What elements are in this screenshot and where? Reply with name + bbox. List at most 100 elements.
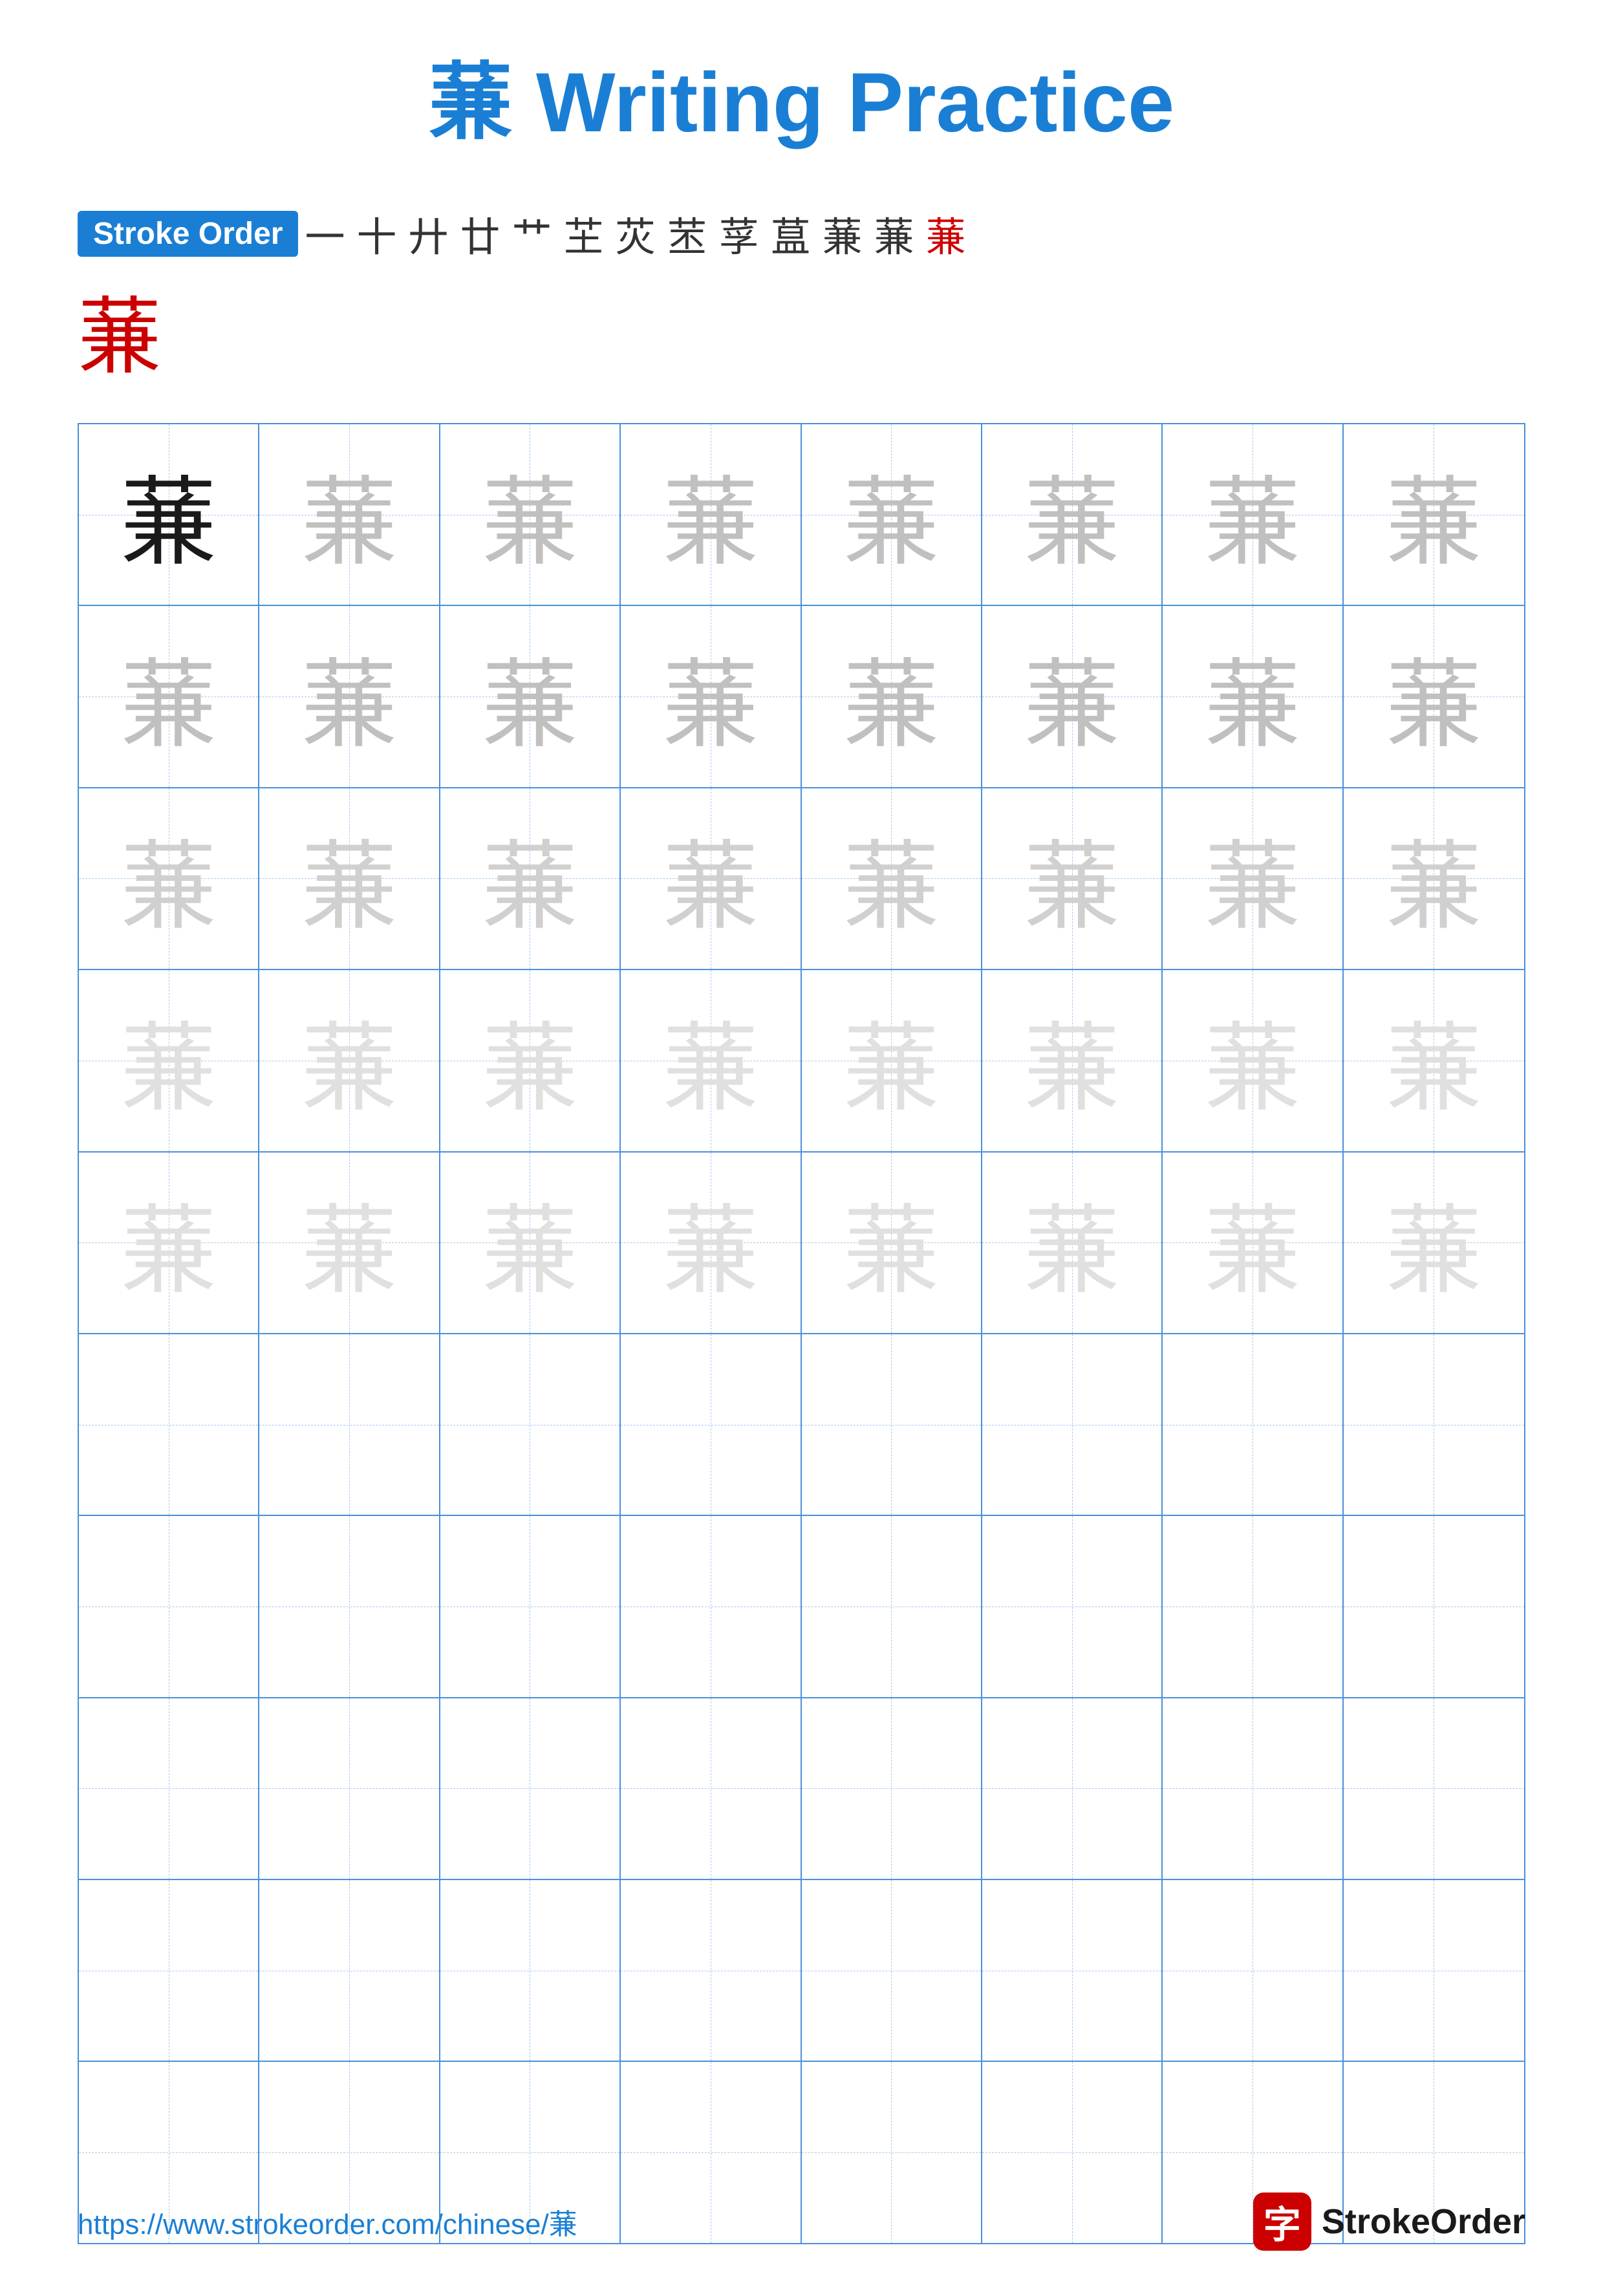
grid-cell-3-0[interactable]: 蒹: [79, 970, 259, 1151]
cell-char-8-2: 蒹: [481, 1900, 578, 2041]
grid-cell-7-1[interactable]: 蒹: [259, 1698, 440, 1879]
cell-char-3-7: 蒹: [1385, 990, 1482, 1131]
grid-cell-2-2[interactable]: 蒹: [440, 788, 621, 969]
grid-cell-0-5[interactable]: 蒹: [982, 424, 1163, 605]
cell-char-4-5: 蒹: [1024, 1173, 1121, 1313]
grid-cell-3-3[interactable]: 蒹: [621, 970, 801, 1151]
cell-char-0-0: 蒹: [120, 444, 217, 585]
grid-cell-8-4[interactable]: 蒹: [802, 1880, 982, 2061]
grid-cell-5-1[interactable]: 蒹: [259, 1334, 440, 1515]
cell-char-0-6: 蒹: [1204, 444, 1301, 585]
grid-cell-2-4[interactable]: 蒹: [802, 788, 982, 969]
grid-cell-2-0[interactable]: 蒹: [79, 788, 259, 969]
grid-row-7: 蒹蒹蒹蒹蒹蒹蒹蒹: [79, 1698, 1524, 1880]
grid-cell-4-1[interactable]: 蒹: [259, 1153, 440, 1333]
grid-cell-5-5[interactable]: 蒹: [982, 1334, 1163, 1515]
grid-cell-7-2[interactable]: 蒹: [440, 1698, 621, 1879]
grid-cell-6-3[interactable]: 蒹: [621, 1516, 801, 1696]
cell-char-3-0: 蒹: [120, 990, 217, 1131]
grid-cell-4-3[interactable]: 蒹: [621, 1153, 801, 1333]
grid-cell-2-7[interactable]: 蒹: [1344, 788, 1524, 969]
stroke-step-6: 苂: [616, 204, 656, 263]
grid-cell-5-7[interactable]: 蒹: [1344, 1334, 1524, 1515]
grid-cell-6-1[interactable]: 蒹: [259, 1516, 440, 1696]
grid-cell-5-0[interactable]: 蒹: [79, 1334, 259, 1515]
grid-cell-1-7[interactable]: 蒹: [1344, 606, 1524, 786]
cell-char-5-5: 蒹: [1024, 1354, 1121, 1495]
grid-cell-0-0[interactable]: 蒹: [79, 424, 259, 605]
cell-char-6-7: 蒹: [1385, 1536, 1482, 1676]
grid-cell-1-2[interactable]: 蒹: [440, 606, 621, 786]
grid-cell-0-6[interactable]: 蒹: [1163, 424, 1343, 605]
cell-char-9-0: 蒹: [120, 2083, 217, 2223]
grid-cell-6-2[interactable]: 蒹: [440, 1516, 621, 1696]
cell-char-0-3: 蒹: [662, 444, 759, 585]
stroke-step-12: 蒹: [926, 204, 966, 263]
cell-char-1-1: 蒹: [301, 627, 398, 767]
cell-char-6-6: 蒹: [1204, 1536, 1301, 1676]
grid-cell-7-3[interactable]: 蒹: [621, 1698, 801, 1879]
grid-cell-2-1[interactable]: 蒹: [259, 788, 440, 969]
grid-cell-4-6[interactable]: 蒹: [1163, 1153, 1343, 1333]
grid-cell-6-0[interactable]: 蒹: [79, 1516, 259, 1696]
stroke-order-badge: Stroke Order: [78, 211, 298, 257]
grid-cell-0-1[interactable]: 蒹: [259, 424, 440, 605]
grid-cell-8-2[interactable]: 蒹: [440, 1880, 621, 2061]
cell-char-3-1: 蒹: [301, 990, 398, 1131]
grid-cell-1-0[interactable]: 蒹: [79, 606, 259, 786]
grid-cell-2-3[interactable]: 蒹: [621, 788, 801, 969]
grid-cell-8-1[interactable]: 蒹: [259, 1880, 440, 2061]
cell-char-4-4: 蒹: [843, 1173, 940, 1313]
cell-char-9-2: 蒹: [481, 2083, 578, 2223]
cell-char-7-6: 蒹: [1204, 1718, 1301, 1859]
cell-char-2-6: 蒹: [1204, 808, 1301, 949]
cell-char-1-4: 蒹: [843, 627, 940, 767]
grid-cell-8-5[interactable]: 蒹: [982, 1880, 1163, 2061]
cell-char-3-3: 蒹: [662, 990, 759, 1131]
grid-cell-4-4[interactable]: 蒹: [802, 1153, 982, 1333]
grid-cell-2-5[interactable]: 蒹: [982, 788, 1163, 969]
grid-cell-1-3[interactable]: 蒹: [621, 606, 801, 786]
grid-cell-7-0[interactable]: 蒹: [79, 1698, 259, 1879]
grid-cell-0-3[interactable]: 蒹: [621, 424, 801, 605]
grid-cell-3-2[interactable]: 蒹: [440, 970, 621, 1151]
grid-cell-6-6[interactable]: 蒹: [1163, 1516, 1343, 1696]
grid-cell-1-4[interactable]: 蒹: [802, 606, 982, 786]
grid-cell-1-6[interactable]: 蒹: [1163, 606, 1343, 786]
grid-cell-8-3[interactable]: 蒹: [621, 1880, 801, 2061]
grid-cell-6-5[interactable]: 蒹: [982, 1516, 1163, 1696]
grid-cell-7-5[interactable]: 蒹: [982, 1698, 1163, 1879]
grid-cell-8-6[interactable]: 蒹: [1163, 1880, 1343, 2061]
grid-cell-4-5[interactable]: 蒹: [982, 1153, 1163, 1333]
cell-char-9-3: 蒹: [662, 2083, 759, 2223]
grid-cell-5-6[interactable]: 蒹: [1163, 1334, 1343, 1515]
grid-cell-3-6[interactable]: 蒹: [1163, 970, 1343, 1151]
grid-cell-0-7[interactable]: 蒹: [1344, 424, 1524, 605]
grid-cell-5-2[interactable]: 蒹: [440, 1334, 621, 1515]
grid-cell-2-6[interactable]: 蒹: [1163, 788, 1343, 969]
grid-cell-5-4[interactable]: 蒹: [802, 1334, 982, 1515]
grid-cell-8-0[interactable]: 蒹: [79, 1880, 259, 2061]
grid-cell-7-6[interactable]: 蒹: [1163, 1698, 1343, 1879]
grid-cell-4-0[interactable]: 蒹: [79, 1153, 259, 1333]
grid-cell-7-4[interactable]: 蒹: [802, 1698, 982, 1879]
grid-cell-3-5[interactable]: 蒹: [982, 970, 1163, 1151]
stroke-step-11: 蒹: [874, 204, 914, 263]
grid-cell-3-7[interactable]: 蒹: [1344, 970, 1524, 1151]
grid-cell-0-4[interactable]: 蒹: [802, 424, 982, 605]
grid-cell-4-7[interactable]: 蒹: [1344, 1153, 1524, 1333]
grid-cell-3-1[interactable]: 蒹: [259, 970, 440, 1151]
grid-cell-4-2[interactable]: 蒹: [440, 1153, 621, 1333]
grid-cell-1-5[interactable]: 蒹: [982, 606, 1163, 786]
grid-cell-6-4[interactable]: 蒹: [802, 1516, 982, 1696]
grid-cell-6-7[interactable]: 蒹: [1344, 1516, 1524, 1696]
grid-cell-0-2[interactable]: 蒹: [440, 424, 621, 605]
grid-cell-7-7[interactable]: 蒹: [1344, 1698, 1524, 1879]
cell-char-8-1: 蒹: [301, 1900, 398, 2041]
grid-cell-8-7[interactable]: 蒹: [1344, 1880, 1524, 2061]
grid-row-5: 蒹蒹蒹蒹蒹蒹蒹蒹: [79, 1334, 1524, 1516]
title-text: Writing Practice: [536, 55, 1174, 149]
grid-cell-1-1[interactable]: 蒹: [259, 606, 440, 786]
grid-cell-3-4[interactable]: 蒹: [802, 970, 982, 1151]
grid-cell-5-3[interactable]: 蒹: [621, 1334, 801, 1515]
